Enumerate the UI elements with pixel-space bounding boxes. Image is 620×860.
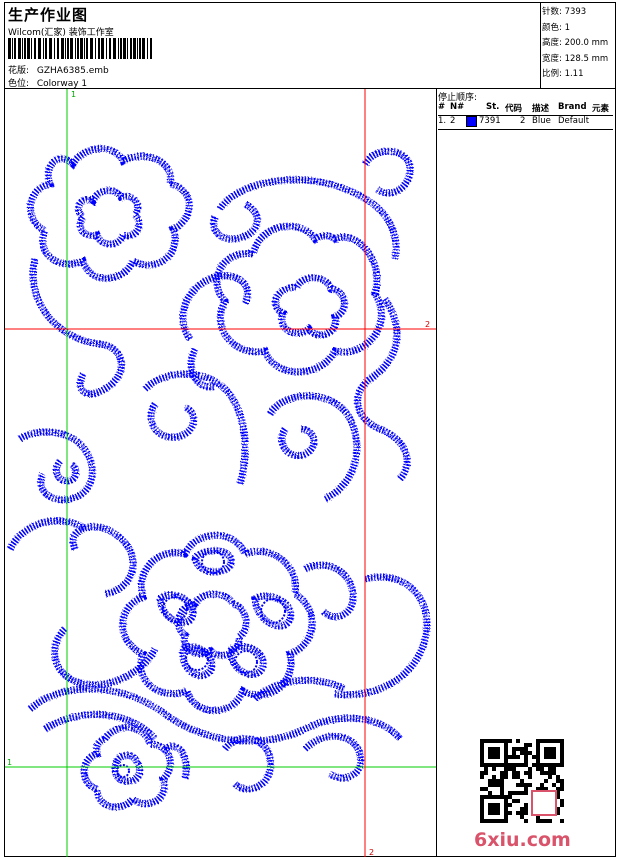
petal-fill-accents — [116, 550, 286, 778]
swirl-upper-arc — [217, 176, 400, 260]
production-sheet: 生产作业图 Wilcom(汇家) 装饰工作室 花版: GZHA6385.emb … — [4, 2, 616, 857]
col-element: 元素 — [592, 104, 610, 114]
guide-label-v2: 2 — [369, 848, 374, 857]
swirl-right-lower-big — [334, 573, 431, 699]
flower-upper-right-inner — [272, 274, 348, 339]
colorway-label: 色位: — [8, 79, 30, 89]
swirl-upper-curl — [210, 200, 261, 243]
design-file-label: 花版: — [8, 66, 30, 76]
design-scale: 比例: 1.11 — [542, 69, 584, 79]
petal-fill-right — [260, 598, 286, 624]
stats-panel: 针数: 7393 颜色: 1 高度: 200.0 mm 宽度: 128.5 mm… — [539, 3, 615, 89]
flower-upper-left-inner — [75, 187, 143, 248]
col-stitches: St. — [486, 102, 500, 112]
swirl-mid-left-loop — [187, 347, 216, 391]
design-file-value: GZHA6385.emb — [36, 66, 109, 76]
sheet-title: 生产作业图 — [8, 6, 89, 24]
curl-left-bird — [18, 428, 96, 504]
design-width: 宽度: 128.5 mm — [542, 53, 609, 64]
guide-label-v1: 1 — [71, 90, 76, 99]
guide-label-h2: 2 — [425, 320, 430, 329]
swirl-center-inner — [147, 402, 198, 441]
table-row[interactable]: 1. 2 7391 2 Blue Default — [438, 116, 613, 130]
curl-top-right — [362, 147, 414, 197]
color-swatch — [466, 116, 477, 129]
swirl-bottom-right-curl — [222, 735, 274, 793]
row-needle: 2 — [450, 116, 456, 126]
guide-label-h1: 1 — [7, 758, 12, 767]
barcode-image — [8, 38, 152, 59]
color-count: 颜色: 1 — [542, 22, 570, 33]
swirl-lower-left-arc — [51, 626, 159, 689]
col-index: # — [438, 102, 446, 112]
stop-sequence-header: # N# St. 代码 描述 Brand 元素 — [438, 102, 613, 116]
embroidery-canvas[interactable]: 1 1 2 2 — [5, 89, 437, 857]
curl-left-bird-inner — [53, 458, 80, 485]
row-description: Blue — [532, 116, 551, 126]
colorway-line: 色位: Colorway 1 — [8, 76, 87, 89]
company-name: Wilcom(汇家) 装饰工作室 — [8, 28, 114, 38]
row-code: 2 — [520, 116, 526, 126]
row-stitches: 7391 — [479, 116, 501, 126]
colorway-value: Colorway 1 — [36, 79, 88, 89]
swirl-lower-left — [69, 523, 137, 598]
flower-upper-right-outer — [213, 222, 385, 376]
row-brand: Default — [558, 116, 590, 126]
design-file-line: 花版: GZHA6385.emb — [8, 63, 109, 76]
stop-sequence-panel: 停止顺序: # N# St. 代码 描述 Brand 元素 1. 2 7391 … — [436, 89, 615, 857]
swirl-right-mid-loop — [278, 425, 318, 460]
stitch-count: 针数: 7393 — [542, 7, 587, 17]
swirl-center-large — [142, 370, 249, 485]
petal-center-top — [191, 547, 235, 576]
swirl-right-lower-arc — [252, 676, 347, 702]
flower-upper-left-outer — [26, 145, 193, 282]
sheet-header: 生产作业图 Wilcom(汇家) 装饰工作室 花版: GZHA6385.emb … — [5, 3, 541, 89]
embroidery-motif — [6, 145, 431, 811]
petal-fill-bottom-right — [234, 650, 258, 674]
col-description: 描述 — [532, 104, 550, 114]
col-code: 代码 — [505, 104, 523, 114]
row-index: 1. — [438, 116, 447, 126]
site-watermark: 6xiu.com — [474, 829, 571, 851]
qr-code-image — [480, 739, 564, 823]
design-height: 高度: 200.0 mm — [542, 38, 609, 48]
curl-middle-right — [302, 732, 365, 782]
col-brand: Brand — [558, 102, 587, 112]
col-needle: N# — [450, 102, 465, 112]
design-preview[interactable]: 1 1 2 2 — [5, 89, 437, 857]
